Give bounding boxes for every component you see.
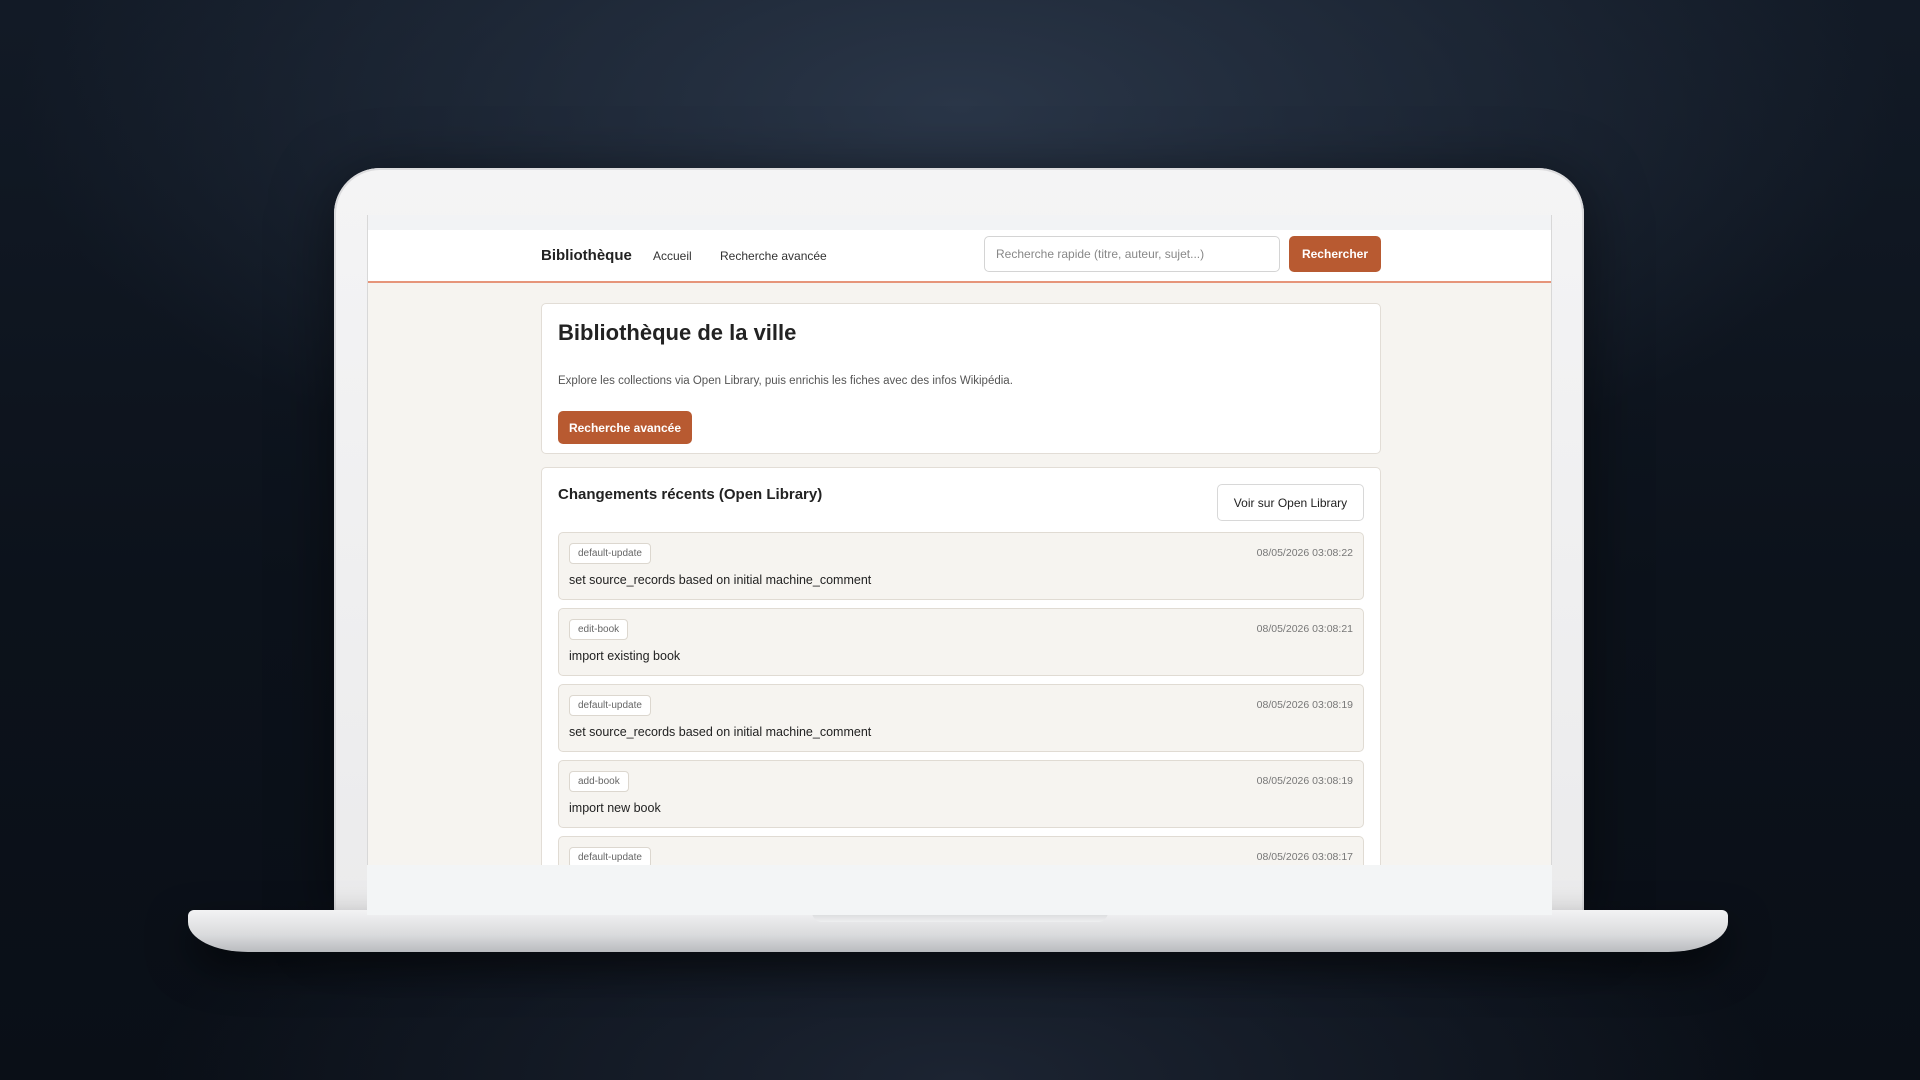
browser-top-strip (368, 215, 1551, 230)
advanced-search-button[interactable]: Recherche avancée (558, 411, 692, 444)
page-title: Bibliothèque de la ville (558, 320, 797, 345)
nav-link-recherche-avancee[interactable]: Recherche avancée (720, 249, 827, 263)
view-on-open-library-button[interactable]: Voir sur Open Library (1217, 484, 1364, 521)
change-comment: set source_records based on initial mach… (569, 725, 872, 739)
change-type-tag: default-update (569, 543, 651, 564)
screen-bottom-bezel (367, 865, 1552, 915)
change-type-tag: add-book (569, 771, 629, 792)
navbar: Bibliothèque Accueil Recherche avancée R… (368, 230, 1551, 283)
change-comment: set source_records based on initial mach… (569, 573, 872, 587)
change-timestamp: 08/05/2026 03:08:17 (1256, 851, 1353, 863)
recent-changes-title: Changements récents (Open Library) (558, 486, 823, 503)
change-item[interactable]: default-update 08/05/2026 03:08:19 set s… (558, 684, 1364, 752)
laptop-screen: Bibliothèque Accueil Recherche avancée R… (367, 215, 1552, 865)
change-timestamp: 08/05/2026 03:08:21 (1256, 623, 1353, 635)
brand-logo[interactable]: Bibliothèque (541, 247, 632, 264)
change-item[interactable]: edit-book 08/05/2026 03:08:21 import exi… (558, 608, 1364, 676)
change-type-tag: edit-book (569, 619, 629, 640)
change-timestamp: 08/05/2026 03:08:19 (1256, 699, 1353, 711)
search-button[interactable]: Rechercher (1289, 236, 1381, 272)
hero-card: Bibliothèque de la ville Explore les col… (541, 303, 1381, 454)
change-comment: import existing book (569, 649, 681, 663)
change-item[interactable]: add-book 08/05/2026 03:08:19 import new … (558, 760, 1364, 828)
recent-changes-list: default-update 08/05/2026 03:08:22 set s… (558, 532, 1364, 865)
hero-description: Explore les collections via Open Library… (558, 375, 1013, 387)
change-timestamp: 08/05/2026 03:08:19 (1256, 775, 1353, 787)
nav-link-accueil[interactable]: Accueil (653, 249, 692, 263)
change-item[interactable]: default-update 08/05/2026 03:08:22 set s… (558, 532, 1364, 600)
change-comment: import new book (569, 801, 661, 815)
change-item[interactable]: default-update 08/05/2026 03:08:17 (558, 836, 1364, 865)
recent-changes-card: Changements récents (Open Library) Voir … (541, 467, 1381, 865)
change-type-tag: default-update (569, 695, 651, 716)
change-type-tag: default-update (569, 847, 651, 865)
quick-search-input[interactable] (984, 236, 1280, 272)
change-timestamp: 08/05/2026 03:08:22 (1256, 547, 1353, 559)
